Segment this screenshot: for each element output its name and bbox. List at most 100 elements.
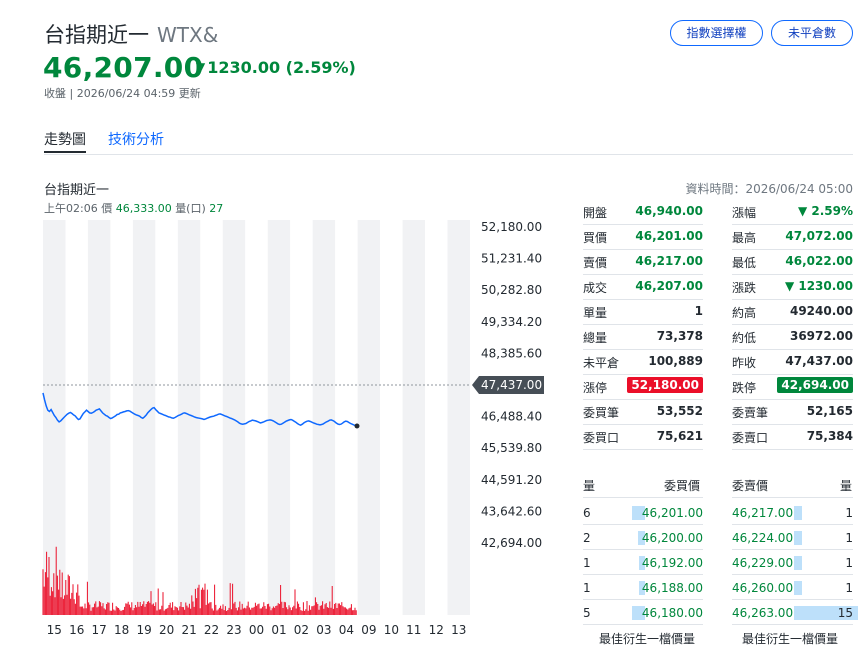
quote-value: 75,621 bbox=[656, 429, 703, 443]
x-tick-label: 23 bbox=[226, 623, 241, 637]
ask-qty: 1 bbox=[845, 556, 853, 570]
quote-row-right: 約高 49240.00 bbox=[732, 300, 853, 325]
quote-label: 單量 bbox=[583, 306, 608, 320]
quote-value: 46,217.00 bbox=[635, 254, 703, 268]
bid-row: 6 46,201.00 bbox=[583, 500, 703, 525]
x-tick-label: 10 bbox=[384, 623, 399, 637]
x-tick-label: 04 bbox=[339, 623, 354, 637]
y-tick-label: 45,539.80 bbox=[481, 441, 542, 455]
ask-price: 46,229.00 bbox=[732, 556, 794, 570]
orderbook-divider bbox=[732, 497, 853, 498]
quote-value: 73,378 bbox=[656, 329, 703, 343]
ask-depth-bar bbox=[794, 556, 802, 570]
quote-label: 最低 bbox=[732, 256, 757, 270]
y-tick-label: 52,180.00 bbox=[481, 220, 542, 234]
x-tick-label: 19 bbox=[136, 623, 151, 637]
bid-qty: 1 bbox=[583, 581, 591, 595]
quote-value: 49240.00 bbox=[789, 304, 853, 318]
quote-value: 46,207.00 bbox=[635, 279, 703, 293]
y-tick-label: 44,591.20 bbox=[481, 473, 542, 487]
chart-band bbox=[447, 220, 470, 615]
chart-band bbox=[425, 220, 448, 615]
quote-value: 46,201.00 bbox=[635, 229, 703, 243]
quote-row-right: 委賣筆 52,165 bbox=[732, 400, 853, 425]
y-tick-label: 49,334.20 bbox=[481, 315, 542, 329]
ask-qty-header: 量 bbox=[840, 479, 853, 493]
quote-value: 52,180.00 bbox=[627, 377, 703, 393]
quote-value: 47,437.00 bbox=[785, 354, 853, 368]
quote-row-left: 單量 1 bbox=[583, 300, 703, 325]
quote-row-right: 最低 46,022.00 bbox=[732, 250, 853, 275]
quote-row-right: 跌停 42,694.00 bbox=[732, 375, 853, 400]
quote-row-left: 總量 73,378 bbox=[583, 325, 703, 350]
price-chart[interactable]: 52,180.00 51,231.40 50,282.80 49,334.20 48,3… bbox=[0, 0, 560, 656]
x-tick-label: 13 bbox=[451, 623, 466, 637]
open-interest-button[interactable]: 未平倉數 bbox=[771, 20, 853, 46]
ask-row: 46,217.00 1 bbox=[732, 500, 853, 525]
x-tick-label: 00 bbox=[249, 623, 264, 637]
quote-label: 漲幅 bbox=[732, 206, 757, 220]
quote-value: 47,072.00 bbox=[785, 229, 853, 243]
y-tick-label: 43,642.60 bbox=[481, 504, 542, 518]
chart-band bbox=[335, 220, 358, 615]
ask-row: 46,224.00 1 bbox=[732, 525, 853, 550]
x-tick-label: 18 bbox=[114, 623, 129, 637]
quote-label: 委賣口 bbox=[732, 431, 769, 445]
chart-band bbox=[380, 220, 403, 615]
bid-qty: 6 bbox=[583, 506, 591, 520]
quote-label: 成交 bbox=[583, 281, 608, 295]
y-tick-label: 46,488.40 bbox=[481, 410, 542, 424]
x-tick-label: 16 bbox=[69, 623, 84, 637]
quote-value: 53,552 bbox=[656, 404, 703, 418]
ask-price: 46,217.00 bbox=[732, 506, 794, 520]
chart-band bbox=[87, 220, 111, 615]
ask-depth-bar bbox=[794, 506, 802, 520]
quote-row-right: 漲跌 ▼ 1230.00 bbox=[732, 275, 853, 300]
bid-row: 2 46,200.00 bbox=[583, 525, 703, 550]
chart-band bbox=[357, 220, 381, 615]
ask-row: 46,263.00 15 bbox=[732, 600, 858, 625]
bid-price: 46,201.00 bbox=[641, 506, 703, 520]
chart-band bbox=[245, 220, 268, 615]
bid-price: 46,180.00 bbox=[641, 606, 703, 620]
ask-row: 46,260.00 1 bbox=[732, 575, 853, 600]
ask-row: 46,229.00 1 bbox=[732, 550, 853, 575]
quote-label: 總量 bbox=[583, 331, 608, 345]
x-tick-label: 12 bbox=[429, 623, 444, 637]
quote-label: 委買口 bbox=[583, 431, 620, 445]
bid-qty-header: 量 bbox=[583, 479, 596, 493]
bid-qty: 5 bbox=[583, 606, 591, 620]
x-tick-label: 21 bbox=[181, 623, 196, 637]
quote-row-right: 最高 47,072.00 bbox=[732, 225, 853, 250]
quote-value: 42,694.00 bbox=[777, 377, 853, 393]
quote-label: 最高 bbox=[732, 231, 757, 245]
quote-value: 46,940.00 bbox=[635, 204, 703, 218]
quote-row-left: 賣價 46,217.00 bbox=[583, 250, 703, 275]
bid-footer: 最佳衍生一檔價量 bbox=[599, 632, 696, 646]
chart-band bbox=[222, 220, 246, 615]
options-button[interactable]: 指數選擇權 bbox=[670, 20, 763, 46]
quote-label: 委買筆 bbox=[583, 406, 620, 420]
quote-label: 昨收 bbox=[732, 356, 757, 370]
quote-label: 未平倉 bbox=[583, 356, 620, 370]
x-tick-label: 22 bbox=[204, 623, 219, 637]
bid-price: 46,200.00 bbox=[641, 531, 703, 545]
bid-qty: 2 bbox=[583, 531, 591, 545]
quote-row-left: 委買筆 53,552 bbox=[583, 400, 703, 425]
chart-band bbox=[290, 220, 313, 615]
y-tick-label: 51,231.40 bbox=[481, 252, 542, 266]
quote-row-right: 約低 36972.00 bbox=[732, 325, 853, 350]
x-tick-label: 09 bbox=[361, 623, 376, 637]
bid-row: 1 46,188.00 bbox=[583, 575, 703, 600]
quote-value: 100,889 bbox=[648, 354, 703, 368]
quote-row-left: 未平倉 100,889 bbox=[583, 350, 703, 375]
quote-row-left: 成交 46,207.00 bbox=[583, 275, 703, 300]
reference-label: 47,437.00 bbox=[481, 378, 542, 392]
ask-depth-bar bbox=[794, 581, 802, 595]
x-tick-label: 01 bbox=[271, 623, 286, 637]
quote-label: 委賣筆 bbox=[732, 406, 769, 420]
chart-band bbox=[312, 220, 336, 615]
x-tick-label: 03 bbox=[316, 623, 331, 637]
quote-row-left: 漲停 52,180.00 bbox=[583, 375, 703, 400]
last-price-dot bbox=[354, 423, 360, 429]
